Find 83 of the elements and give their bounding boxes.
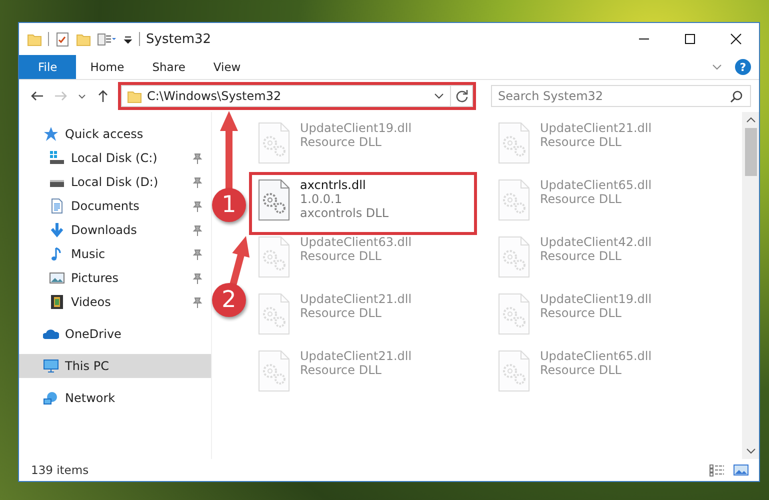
network-icon xyxy=(43,390,59,406)
file-name: UpdateClient19.dll xyxy=(300,121,412,135)
dll-file-icon xyxy=(496,121,532,165)
properties-icon[interactable] xyxy=(97,32,117,46)
file-detail: axcontrols DLL xyxy=(300,206,389,220)
file-name: UpdateClient65.dll xyxy=(540,349,652,363)
computer-icon xyxy=(43,358,59,374)
dll-file-icon xyxy=(256,178,292,222)
nav-item[interactable]: Local Disk (D:) xyxy=(19,170,211,194)
nav-item[interactable]: Network xyxy=(19,386,211,410)
file-name: UpdateClient21.dll xyxy=(540,121,652,135)
file-detail: Resource DLL xyxy=(300,306,382,320)
pin-icon[interactable] xyxy=(191,248,203,260)
file-name: UpdateClient21.dll xyxy=(300,349,412,363)
pin-icon[interactable] xyxy=(191,296,203,308)
close-icon xyxy=(730,33,742,45)
file-name: UpdateClient65.dll xyxy=(540,178,652,192)
file-name: UpdateClient19.dll xyxy=(540,292,652,306)
folder-icon xyxy=(127,88,142,104)
address-path: C:\Windows\System32 xyxy=(147,89,282,103)
ribbon-tab[interactable]: Home xyxy=(76,55,138,79)
nav-item[interactable]: Downloads xyxy=(19,218,211,242)
file-detail: Resource DLL xyxy=(540,306,622,320)
nav-item[interactable]: Pictures xyxy=(19,266,211,290)
dll-file-icon xyxy=(256,292,292,336)
file-name: UpdateClient42.dll xyxy=(540,235,652,249)
dll-file-icon xyxy=(256,349,292,393)
pin-icon[interactable] xyxy=(191,272,203,284)
help-button[interactable]: ? xyxy=(735,59,751,75)
pin-icon[interactable] xyxy=(191,200,203,212)
videos-icon xyxy=(49,294,65,310)
pin-icon[interactable] xyxy=(191,176,203,188)
dll-file-icon xyxy=(256,121,292,165)
details-view-icon[interactable] xyxy=(709,463,725,477)
ribbon-tab[interactable]: View xyxy=(199,55,255,79)
file-detail: Resource DLL xyxy=(300,363,382,377)
nav-item[interactable]: Local Disk (C:) xyxy=(19,146,211,170)
file-detail: Resource DLL xyxy=(540,135,622,149)
address-field[interactable]: C:\Windows\System32 xyxy=(121,85,473,107)
star-icon xyxy=(43,126,59,142)
refresh-icon xyxy=(454,89,468,103)
dll-file-icon xyxy=(256,235,292,279)
file-detail: Resource DLL xyxy=(300,135,382,149)
item-count: 139 items xyxy=(31,463,89,477)
checklist-icon[interactable] xyxy=(55,32,70,46)
pin-icon[interactable] xyxy=(191,152,203,164)
dll-file-icon xyxy=(496,235,532,279)
dll-file-icon xyxy=(496,292,532,336)
scroll-down-icon[interactable] xyxy=(746,447,756,455)
nav-item[interactable]: This PC xyxy=(19,354,211,378)
file-detail: Resource DLL xyxy=(300,249,382,263)
large-icons-view-icon[interactable] xyxy=(733,463,749,477)
nav-item[interactable]: OneDrive xyxy=(19,322,211,346)
pin-icon[interactable] xyxy=(191,224,203,236)
drive-windows-icon xyxy=(49,150,65,166)
scroll-thumb[interactable] xyxy=(744,128,756,176)
window-title: System32 xyxy=(146,32,212,46)
folder-icon[interactable] xyxy=(27,32,42,46)
nav-item[interactable]: Quick access xyxy=(19,122,211,146)
ribbon-tab[interactable]: Share xyxy=(138,55,200,79)
folder-icon[interactable] xyxy=(76,32,91,46)
download-icon xyxy=(49,222,65,238)
file-tab[interactable]: File xyxy=(19,55,76,79)
file-detail: 1.0.0.1 xyxy=(300,192,343,206)
search-icon[interactable] xyxy=(730,90,743,103)
file-name: axcntrls.dll xyxy=(300,178,367,192)
dll-file-icon xyxy=(496,349,532,393)
dll-file-icon xyxy=(496,178,532,222)
nav-item[interactable]: Music xyxy=(19,242,211,266)
document-icon xyxy=(49,198,65,214)
nav-item[interactable]: Documents xyxy=(19,194,211,218)
file-detail: Resource DLL xyxy=(540,192,622,206)
file-detail: Resource DLL xyxy=(540,249,622,263)
file-tile[interactable]: axcntrls.dll 1.0.0.1 axcontrols DLL xyxy=(252,175,474,232)
nav-item[interactable]: Videos xyxy=(19,290,211,314)
pictures-icon xyxy=(49,270,65,286)
file-name: UpdateClient21.dll xyxy=(300,292,412,306)
scrollbar[interactable] xyxy=(742,112,759,459)
maximize-icon xyxy=(684,33,696,45)
file-name: UpdateClient63.dll xyxy=(300,235,412,249)
search-field[interactable]: Search System32 xyxy=(491,85,751,107)
file-detail: Resource DLL xyxy=(540,363,622,377)
scroll-up-icon[interactable] xyxy=(746,116,756,124)
